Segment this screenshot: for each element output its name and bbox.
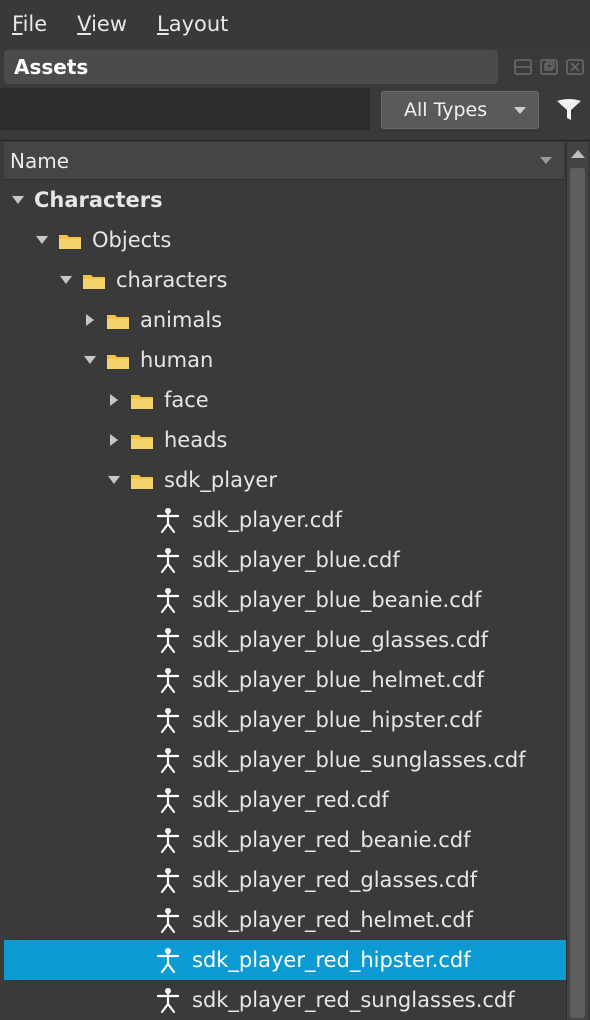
character-icon <box>154 586 182 614</box>
tree-item-label: human <box>140 348 214 372</box>
tree-item-label: sdk_player_red_hipster.cdf <box>192 948 471 972</box>
float-icon[interactable] <box>538 56 560 78</box>
tree-item-label: sdk_player_red.cdf <box>192 788 389 812</box>
tree-item-label: Objects <box>92 228 172 252</box>
vertical-scrollbar[interactable] <box>566 142 588 1020</box>
tree-item-label: heads <box>164 428 228 452</box>
collapsed-arrow-icon[interactable] <box>106 432 122 448</box>
tree-item-label: face <box>164 388 209 412</box>
tree-file-row[interactable]: sdk_player_red_glasses.cdf <box>4 860 566 900</box>
tree-item-label: sdk_player <box>164 468 277 492</box>
tree-folder-row[interactable]: human <box>4 340 566 380</box>
tree-file-row[interactable]: sdk_player_red_sunglasses.cdf <box>4 980 566 1020</box>
tree-file-row[interactable]: sdk_player_blue_sunglasses.cdf <box>4 740 566 780</box>
character-icon <box>154 626 182 654</box>
tree-item-label: sdk_player_red_sunglasses.cdf <box>192 988 515 1012</box>
character-icon <box>154 826 182 854</box>
menu-bar: File View Layout <box>0 0 590 48</box>
type-filter-value: All Types <box>404 99 488 121</box>
tree-item-label: sdk_player_red_beanie.cdf <box>192 828 471 852</box>
type-filter-select[interactable]: All Types <box>381 91 539 129</box>
character-icon <box>154 906 182 934</box>
tree-folder-row[interactable]: Objects <box>4 220 566 260</box>
character-icon <box>154 506 182 534</box>
tree-folder-row[interactable]: animals <box>4 300 566 340</box>
folder-icon <box>130 391 154 409</box>
character-icon <box>154 546 182 574</box>
tree-item-label: animals <box>140 308 223 332</box>
character-icon <box>154 786 182 814</box>
panel-title: Assets <box>14 55 89 79</box>
tree-item-label: sdk_player_blue_glasses.cdf <box>192 628 489 652</box>
expanded-arrow-icon[interactable] <box>10 192 26 208</box>
tree-file-row[interactable]: sdk_player_blue_helmet.cdf <box>4 660 566 700</box>
expanded-arrow-icon[interactable] <box>58 272 74 288</box>
collapsed-arrow-icon[interactable] <box>106 392 122 408</box>
chevron-down-icon <box>514 107 526 114</box>
character-icon <box>154 746 182 774</box>
expanded-arrow-icon[interactable] <box>34 232 50 248</box>
asset-tree: Characters Objects characters animals human f… <box>4 180 566 1020</box>
tree-item-label: sdk_player_red_helmet.cdf <box>192 908 473 932</box>
tree-folder-row[interactable]: face <box>4 380 566 420</box>
folder-icon <box>130 431 154 449</box>
name-column-header[interactable]: Name <box>4 142 564 180</box>
tree-item-label: characters <box>116 268 228 292</box>
tree-item-label: sdk_player.cdf <box>192 508 342 532</box>
tree-item-label: Characters <box>34 188 163 212</box>
tree-item-label: sdk_player_blue.cdf <box>192 548 400 572</box>
tree-item-label: sdk_player_red_glasses.cdf <box>192 868 478 892</box>
tree-folder-row[interactable]: heads <box>4 420 566 460</box>
search-input[interactable] <box>0 88 370 130</box>
tree-file-row[interactable]: sdk_player_red.cdf <box>4 780 566 820</box>
panel-window-controls <box>502 52 590 82</box>
tree-file-row[interactable]: sdk_player_red_hipster.cdf <box>4 940 566 980</box>
character-icon <box>154 706 182 734</box>
tree-file-row[interactable]: sdk_player_red_beanie.cdf <box>4 820 566 860</box>
tree-file-row[interactable]: sdk_player_red_helmet.cdf <box>4 900 566 940</box>
menu-file[interactable]: File <box>10 6 49 42</box>
tree-item-label: sdk_player_blue_helmet.cdf <box>192 668 484 692</box>
expanded-arrow-icon[interactable] <box>82 352 98 368</box>
folder-icon <box>58 231 82 249</box>
tree-group-row[interactable]: Characters <box>4 180 566 220</box>
scroll-thumb[interactable] <box>570 168 585 1018</box>
tree-file-row[interactable]: sdk_player_blue_glasses.cdf <box>4 620 566 660</box>
folder-icon <box>130 471 154 489</box>
tree-file-row[interactable]: sdk_player.cdf <box>4 500 566 540</box>
close-icon[interactable] <box>564 56 586 78</box>
expanded-arrow-icon[interactable] <box>106 472 122 488</box>
folder-icon <box>106 351 130 369</box>
character-icon <box>154 986 182 1014</box>
assets-panel-header: Assets <box>4 50 498 84</box>
character-icon <box>154 866 182 894</box>
tree-folder-row[interactable]: characters <box>4 260 566 300</box>
filter-icon[interactable] <box>553 94 585 126</box>
character-icon <box>154 666 182 694</box>
scroll-up-arrow-icon[interactable] <box>571 150 585 158</box>
tree-item-label: sdk_player_blue_hipster.cdf <box>192 708 482 732</box>
tree-file-row[interactable]: sdk_player_blue_hipster.cdf <box>4 700 566 740</box>
folder-icon <box>106 311 130 329</box>
character-icon <box>154 946 182 974</box>
collapsed-arrow-icon[interactable] <box>82 312 98 328</box>
sort-chevron-icon <box>540 157 552 164</box>
tree-file-row[interactable]: sdk_player_blue.cdf <box>4 540 566 580</box>
minimize-icon[interactable] <box>512 56 534 78</box>
tree-folder-row[interactable]: sdk_player <box>4 460 566 500</box>
tree-item-label: sdk_player_blue_sunglasses.cdf <box>192 748 526 772</box>
folder-icon <box>82 271 106 289</box>
tree-file-row[interactable]: sdk_player_blue_beanie.cdf <box>4 580 566 620</box>
menu-layout[interactable]: Layout <box>155 6 230 42</box>
menu-view[interactable]: View <box>75 6 129 42</box>
tree-item-label: sdk_player_blue_beanie.cdf <box>192 588 482 612</box>
